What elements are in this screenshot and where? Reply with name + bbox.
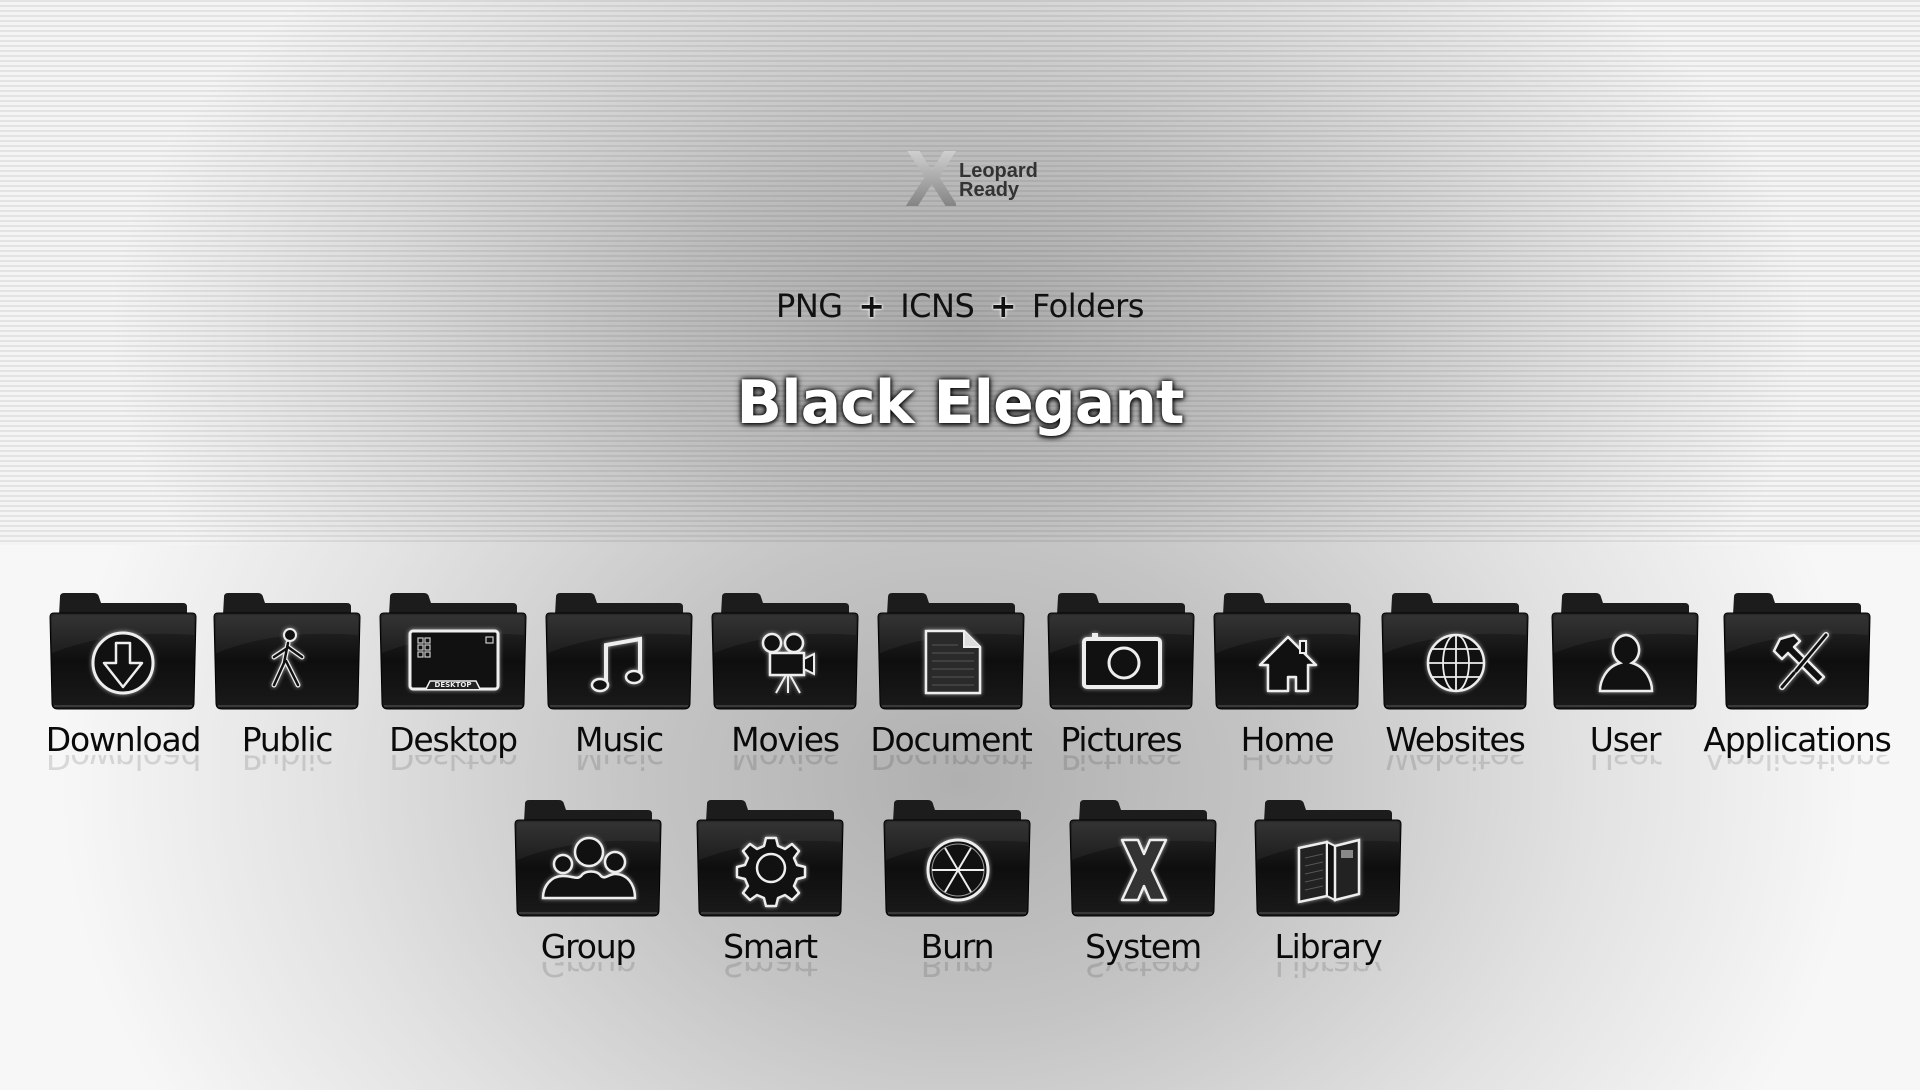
folder-icon (49, 593, 197, 710)
folder-label: Applications (1703, 720, 1891, 759)
folder-label: System (1085, 927, 1202, 966)
open-book-icon (1297, 838, 1361, 904)
folder-label-reflection: Library (1274, 962, 1382, 984)
desktop-screen-icon: DESKTOP (408, 629, 500, 691)
striped-header-background (0, 0, 1920, 545)
folder-icon (1381, 593, 1529, 710)
folder-icon (711, 593, 859, 710)
folder-icon (883, 800, 1031, 917)
subtitle-part-folders: Folders (1031, 287, 1145, 325)
subtitle: PNG + ICNS + Folders (0, 287, 1920, 325)
subtitle-part-png: PNG (776, 287, 843, 325)
subtitle-part-icns: ICNS (900, 287, 975, 325)
logo-line-1: Leopard (959, 160, 1038, 182)
folder-label: Burn (920, 927, 995, 966)
folder-label-reflection: Burn (920, 962, 994, 984)
folder-label: Group (540, 927, 637, 966)
folder-icon (1213, 593, 1361, 710)
folder-label-reflection: Smart (723, 962, 817, 984)
folder-icon: DESKTOP (379, 593, 527, 710)
plus-separator-2: + (989, 287, 1017, 325)
folder-icon (1047, 593, 1195, 710)
plus-separator-1: + (858, 287, 885, 325)
download-arrow-icon (91, 631, 155, 695)
folder-icon (545, 593, 693, 710)
folder-icon (213, 593, 361, 710)
folder-icon (1723, 593, 1871, 710)
folder-icon (1254, 800, 1402, 917)
folder-icon (1551, 593, 1699, 710)
logo-x-mark: X (905, 134, 958, 223)
folder-label: Smart (723, 927, 818, 966)
gear-icon (735, 836, 807, 908)
burn-disc-icon (926, 838, 990, 902)
folder-label-reflection: Applications (1703, 755, 1891, 777)
folder-icon (514, 800, 662, 917)
folder-icon (696, 800, 844, 917)
folder-icon (877, 593, 1025, 710)
logo-line-2: Ready (959, 179, 1020, 201)
camera-icon (1082, 633, 1162, 689)
globe-icon (1426, 633, 1486, 693)
folder-icon (1069, 800, 1217, 917)
page-title: Black Elegant (736, 368, 1184, 438)
leopard-ready-logo: X Leopard Ready (895, 134, 1075, 235)
folder-label-reflection: Group (540, 962, 636, 984)
svg-text:DESKTOP: DESKTOP (435, 681, 472, 689)
folder-label-reflection: System (1085, 962, 1201, 984)
folder-label: Library (1274, 927, 1383, 966)
document-page-icon (924, 629, 982, 695)
